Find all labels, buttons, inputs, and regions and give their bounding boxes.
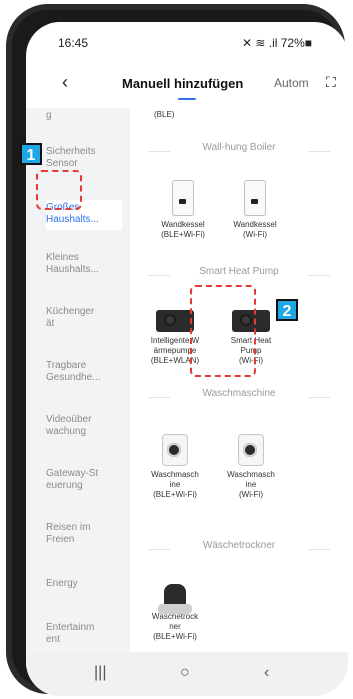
system-nav-bar: ||| ○ ‹ — [26, 652, 348, 696]
top-device-label: (BLE) — [154, 110, 175, 119]
status-icons: ✕ ≋ .il 72%■ — [241, 36, 312, 50]
section-smart-heat-pump: Smart Heat Pump — [130, 266, 348, 286]
sidebar-item-small-appliances[interactable]: Kleines Haushalts... — [46, 252, 122, 276]
washer-icon — [162, 434, 188, 466]
device-list: (BLE) Wall-hung Boiler Wandkessel (BLE+W… — [130, 108, 348, 668]
sidebar-item-gateway-control[interactable]: Gateway-St euerung — [46, 468, 122, 492]
heat-pump-icon — [156, 310, 194, 332]
sidebar-item-portable-health[interactable]: Tragbare Gesundhe... — [46, 360, 122, 384]
device-item[interactable]: Wandkessel (BLE+Wi-Fi) — [148, 180, 218, 240]
phone-screen: 16:45 ✕ ≋ .il 72%■ ‹ Manuell hinzufügen … — [26, 22, 348, 696]
back-nav-button[interactable]: ‹ — [264, 664, 269, 682]
highlight-smart-heat-pump — [190, 285, 256, 377]
boiler-icon — [172, 180, 194, 216]
scan-icon[interactable]: ⛶ — [326, 74, 336, 91]
section-dryer: Wäschetrockner — [130, 540, 348, 560]
device-item[interactable]: Waschmasch ine (BLE+Wi-Fi) — [140, 434, 210, 500]
device-label: Waschmasch ine (BLE+Wi-Fi) — [151, 470, 199, 499]
device-label: Wandkessel (Wi-Fi) — [233, 220, 277, 239]
device-item[interactable]: Wandkessel (Wi-Fi) — [220, 180, 290, 240]
sidebar-item-g[interactable]: g — [46, 110, 122, 122]
sidebar-item-outdoor-travel[interactable]: Reisen im Freien — [46, 522, 122, 546]
device-label: Waschmasch ine (Wi-Fi) — [227, 470, 275, 499]
home-button[interactable]: ○ — [180, 664, 190, 682]
washer-icon — [238, 434, 264, 466]
sidebar-item-entertainment[interactable]: Entertainm ent — [46, 622, 122, 646]
highlight-large-appliances — [36, 170, 82, 210]
sidebar-item-kitchen[interactable]: Küchenger ät — [46, 306, 122, 330]
sidebar-item-energy[interactable]: Energy — [46, 578, 122, 590]
status-bar: 16:45 ✕ ≋ .il 72%■ — [26, 22, 348, 52]
section-wall-hung-boiler: Wall-hung Boiler — [130, 142, 348, 162]
step-badge-1: 1 — [20, 143, 42, 165]
device-label: Wäschetrock ner (BLE+Wi-Fi) — [151, 612, 199, 641]
status-time: 16:45 — [58, 36, 89, 50]
device-item[interactable]: Waschmasch ine (Wi-Fi) — [216, 434, 286, 500]
section-washing-machine: Waschmaschine — [130, 388, 348, 408]
sidebar-item-security-sensor[interactable]: Sicherheits Sensor — [46, 146, 122, 170]
header: ‹ Manuell hinzufügen Autom ⛶ — [26, 62, 348, 102]
phone-frame: 16:45 ✕ ≋ .il 72%■ ‹ Manuell hinzufügen … — [6, 4, 348, 696]
step-badge-2: 2 — [276, 299, 298, 321]
dryer-icon — [158, 584, 192, 614]
device-item[interactable]: Wäschetrock ner (BLE+Wi-Fi) — [140, 584, 210, 642]
recent-apps-button[interactable]: ||| — [94, 664, 106, 682]
device-label: Wandkessel (BLE+Wi-Fi) — [161, 220, 205, 239]
boiler-icon — [244, 180, 266, 216]
page-title[interactable]: Manuell hinzufügen — [122, 76, 243, 91]
title-underline — [178, 98, 196, 100]
tab-auto[interactable]: Autom — [274, 76, 309, 90]
back-button[interactable]: ‹ — [62, 72, 68, 93]
sidebar-item-video-surveillance[interactable]: Videoüber wachung — [46, 414, 122, 438]
